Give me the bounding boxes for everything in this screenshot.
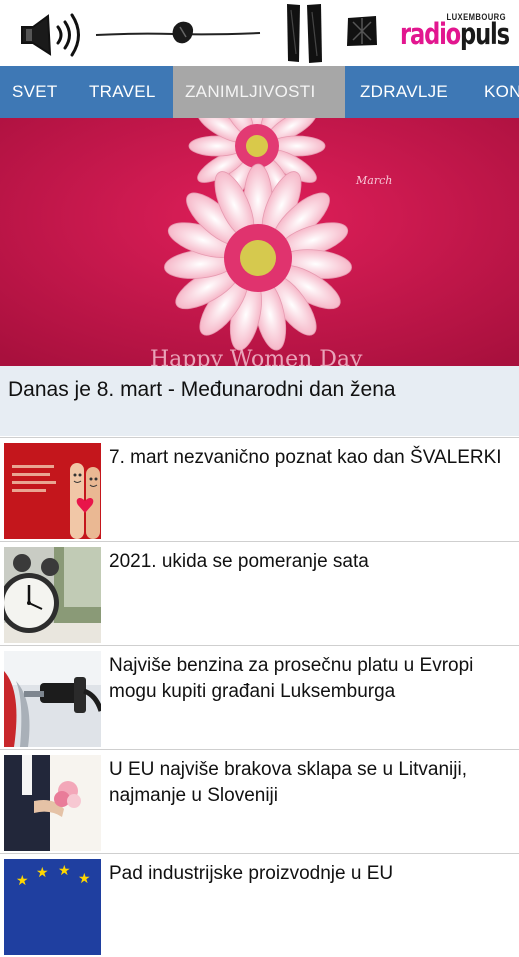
article-thumbnail-fuel-nozzle xyxy=(4,651,101,747)
hero-small-text: March xyxy=(355,174,392,187)
svg-text:★: ★ xyxy=(78,871,91,887)
article-thumbnail-eu-flag: ★ ★ ★ ★ xyxy=(4,859,101,955)
svg-text:★: ★ xyxy=(36,865,49,881)
hero-bottom-text: Happy Women Day xyxy=(150,347,363,366)
hero-image[interactable]: March Happy Women Day xyxy=(0,118,519,366)
article-item[interactable]: 2021. ukida se pomeranje sata xyxy=(0,541,519,645)
volume-slider[interactable] xyxy=(94,14,262,54)
category-nav: SVET TRAVEL ZANIMLJIVOSTI ZDRAVLJE KON xyxy=(0,66,519,118)
logo-radio-text: radio xyxy=(400,17,461,51)
article-title: Pad industrijske proizvodnje u EU xyxy=(109,863,394,884)
article-item[interactable]: ★ ★ ★ ★ Pad industrijske proizvodnje u E… xyxy=(0,853,519,957)
logo-puls-text: puls xyxy=(460,17,510,51)
tab-kon[interactable]: KON xyxy=(472,66,519,118)
stop-icon[interactable] xyxy=(345,14,379,48)
tab-label: ZANIMLJIVOSTI xyxy=(185,82,316,101)
article-thumbnail-wedding-couple xyxy=(4,755,101,851)
tab-zdravlje[interactable]: ZDRAVLJE xyxy=(348,66,472,118)
pause-icon[interactable] xyxy=(283,2,329,64)
article-item[interactable]: 7. mart nezvanično poznat kao dan ŠVALER… xyxy=(0,437,519,541)
logo-main-text: radiopuls xyxy=(400,17,510,51)
tab-zanimljivosti[interactable]: ZANIMLJIVOSTI xyxy=(173,66,345,118)
article-title: Najviše benzina za prosečnu platu u Evro… xyxy=(109,655,474,702)
player-bar: LUXEMBOURG radiopuls xyxy=(0,0,519,66)
svg-text:★: ★ xyxy=(16,873,29,889)
article-thumbnail-fingers-heart xyxy=(4,443,101,539)
speaker-icon[interactable] xyxy=(18,10,94,58)
article-title: 2021. ukida se pomeranje sata xyxy=(109,551,369,572)
tab-svet[interactable]: SVET xyxy=(0,66,73,118)
article-item[interactable]: Najviše benzina za prosečnu platu u Evro… xyxy=(0,645,519,749)
tab-label: KON xyxy=(484,82,519,101)
article-title: U EU najviše brakova sklapa se u Litvani… xyxy=(109,759,468,806)
tab-label: ZDRAVLJE xyxy=(360,82,449,101)
tab-travel[interactable]: TRAVEL xyxy=(77,66,172,118)
article-item[interactable]: U EU najviše brakova sklapa se u Litvani… xyxy=(0,749,519,853)
svg-text:★: ★ xyxy=(58,863,71,879)
radio-puls-logo[interactable]: LUXEMBOURG radiopuls xyxy=(398,12,512,52)
article-thumbnail-alarm-clock xyxy=(4,547,101,643)
tab-label: SVET xyxy=(12,82,58,101)
article-title: 7. mart nezvanično poznat kao dan ŠVALER… xyxy=(109,447,502,468)
tab-label: TRAVEL xyxy=(89,82,156,101)
hero-caption[interactable]: Danas je 8. mart - Međunarodni dan žena xyxy=(0,366,519,436)
